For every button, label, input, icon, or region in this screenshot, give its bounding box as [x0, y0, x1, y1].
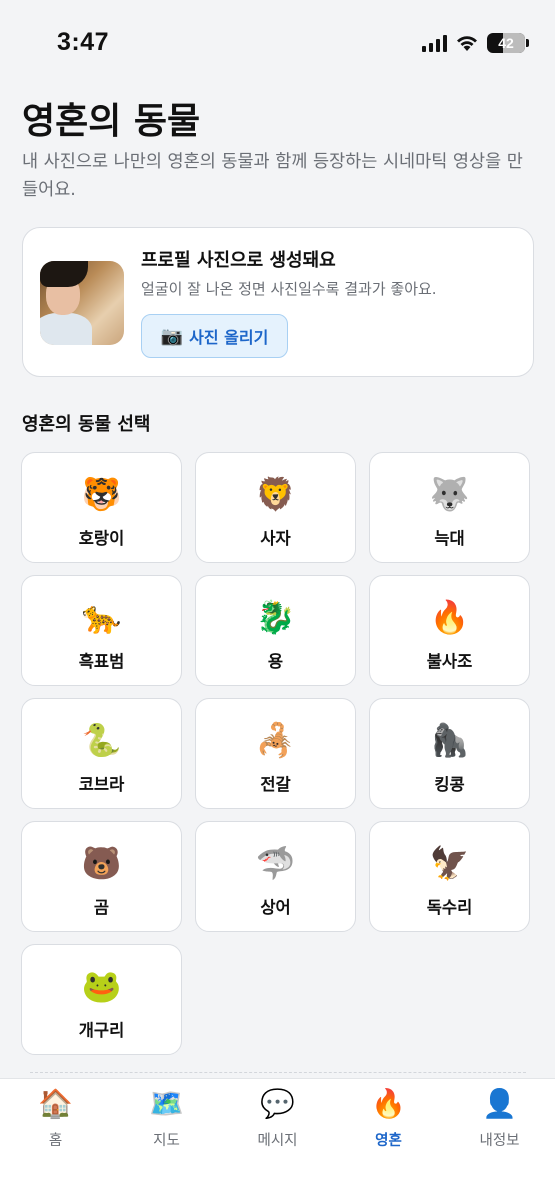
frog-icon: 🐸	[81, 967, 122, 1005]
animal-label: 상어	[260, 898, 291, 917]
camera-icon: 📷	[160, 325, 184, 347]
tab-label: 내정보	[479, 1133, 520, 1149]
upload-photo-label: 사진 올리기	[189, 328, 269, 347]
house-icon: 🏠	[38, 1087, 73, 1120]
bear-icon: 🐻	[81, 844, 122, 882]
animal-label: 늑대	[434, 529, 465, 548]
profile-card-title: 프로필 사진으로 생성돼요	[141, 250, 336, 271]
status-time: 3:47	[57, 28, 110, 56]
status-icons: 42	[422, 33, 529, 53]
fire-icon: 🔥	[371, 1087, 406, 1120]
animal-label: 사자	[260, 529, 291, 548]
animal-card-kingkong[interactable]: 🦍 킹콩	[369, 698, 530, 809]
animal-label: 전갈	[260, 775, 291, 794]
battery-level: 42	[498, 35, 514, 51]
animal-label: 개구리	[78, 1021, 125, 1040]
animal-card-tiger[interactable]: 🐯 호랑이	[21, 452, 182, 563]
dragon-icon: 🐉	[255, 598, 296, 636]
animal-label: 코브라	[78, 775, 125, 794]
user-icon: 👤	[482, 1087, 517, 1120]
animal-card-frog[interactable]: 🐸 개구리	[21, 944, 182, 1055]
upload-photo-button[interactable]: 📷 사진 올리기	[141, 314, 288, 358]
tab-profile[interactable]: 👤 내정보	[444, 1087, 555, 1157]
animal-label: 곰	[93, 898, 110, 917]
animal-label: 킹콩	[434, 775, 465, 794]
shark-icon: 🦈	[255, 844, 296, 882]
tab-map[interactable]: 🗺️ 지도	[111, 1087, 222, 1157]
animal-label: 호랑이	[78, 529, 125, 548]
gorilla-icon: 🦍	[429, 721, 470, 759]
page-title: 영혼의 동물	[22, 101, 201, 142]
animal-section-title: 영혼의 동물 선택	[22, 414, 151, 435]
tab-soul[interactable]: 🔥 영혼	[333, 1087, 444, 1157]
animal-card-shark[interactable]: 🦈 상어	[195, 821, 356, 932]
tab-home[interactable]: 🏠 홈	[0, 1087, 111, 1157]
eagle-icon: 🦅	[429, 844, 470, 882]
animal-card-panther[interactable]: 🐆 흑표범	[21, 575, 182, 686]
animal-card-scorpion[interactable]: 🦂 전갈	[195, 698, 356, 809]
wolf-icon: 🐺	[429, 475, 470, 513]
animal-card-eagle[interactable]: 🦅 독수리	[369, 821, 530, 932]
fire-icon: 🔥	[429, 598, 470, 636]
animal-label: 용	[267, 652, 284, 671]
animal-card-wolf[interactable]: 🐺 늑대	[369, 452, 530, 563]
tab-messages[interactable]: 💬 메시지	[222, 1087, 333, 1157]
wifi-icon	[457, 36, 477, 51]
cellular-signal-icon	[422, 34, 447, 52]
tab-label: 지도	[153, 1133, 180, 1149]
tab-label: 홈	[48, 1133, 63, 1149]
animal-label: 흑표범	[78, 652, 125, 671]
animal-card-bear[interactable]: 🐻 곰	[21, 821, 182, 932]
battery-icon: 42	[487, 33, 529, 53]
animal-card-cobra[interactable]: 🐍 코브라	[21, 698, 182, 809]
scorpion-icon: 🦂	[255, 721, 296, 759]
animal-label: 독수리	[426, 898, 473, 917]
bottom-tab-bar: 🏠 홈 🗺️ 지도 💬 메시지 🔥 영혼 👤 내정보	[0, 1078, 555, 1200]
snake-icon: 🐍	[81, 721, 122, 759]
animal-label: 불사조	[426, 652, 473, 671]
map-icon: 🗺️	[149, 1087, 184, 1120]
divider	[30, 1072, 526, 1073]
leopard-icon: 🐆	[81, 598, 122, 636]
animal-card-dragon[interactable]: 🐉 용	[195, 575, 356, 686]
lion-icon: 🦁	[255, 475, 296, 513]
profile-photo	[40, 261, 124, 345]
tiger-icon: 🐯	[81, 475, 122, 513]
animal-card-lion[interactable]: 🦁 사자	[195, 452, 356, 563]
tab-label: 영혼	[375, 1133, 402, 1149]
status-bar: 3:47 42	[0, 0, 555, 84]
tab-label: 메시지	[257, 1133, 298, 1149]
speech-bubble-icon: 💬	[260, 1087, 295, 1120]
page-subtitle: 내 사진으로 나만의 영혼의 동물과 함께 등장하는 시네마틱 영상을 만들어요…	[22, 152, 523, 200]
animal-card-phoenix[interactable]: 🔥 불사조	[369, 575, 530, 686]
profile-card-description: 얼굴이 잘 나온 정면 사진일수록 결과가 좋아요.	[141, 280, 437, 298]
profile-photo-card: 프로필 사진으로 생성돼요 얼굴이 잘 나온 정면 사진일수록 결과가 좋아요.…	[22, 227, 534, 377]
